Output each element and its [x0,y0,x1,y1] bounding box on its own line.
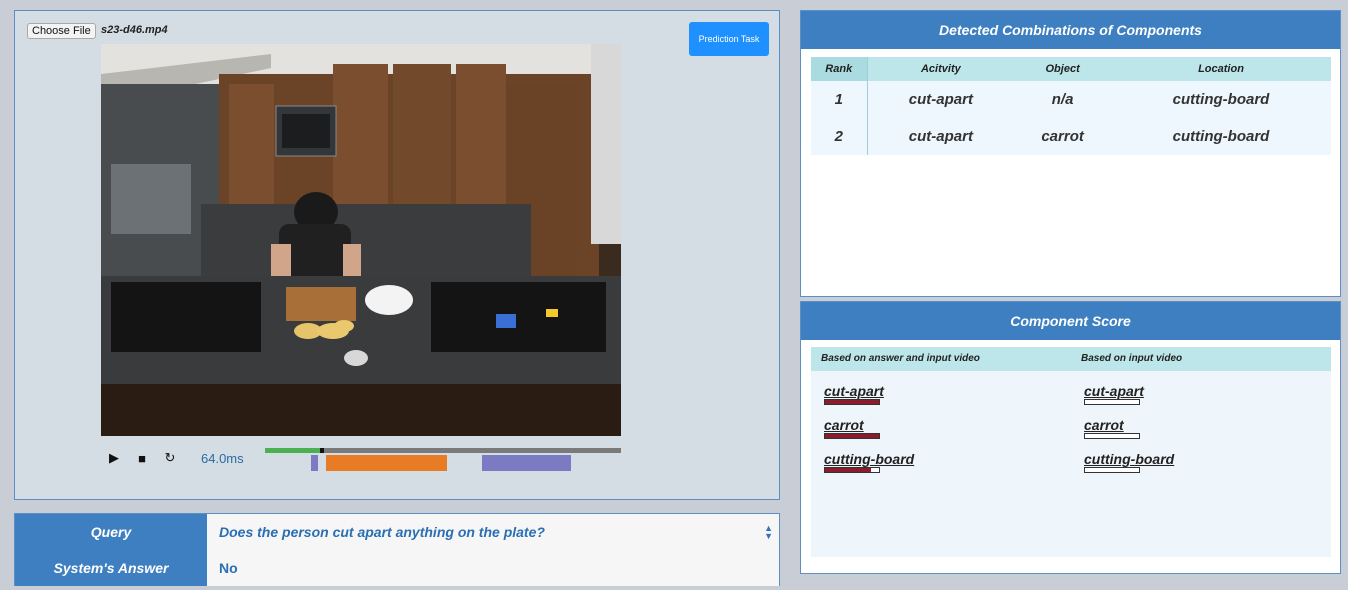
score-left-bar [824,399,880,405]
cell-activity: cut-apart [867,118,1015,155]
timeline-segment[interactable] [482,455,572,471]
score-left-bar [824,433,880,439]
cell-object: carrot [1014,118,1112,155]
video-panel: Choose File s23-d46.mp4 Prediction Task [14,10,780,500]
header-activity: Acitvity [867,57,1015,81]
select-arrows-icon: ▲ ▼ [764,523,773,541]
cell-location: cutting-board [1111,81,1331,118]
answer-row: System's Answer No [15,550,779,586]
component-score-title: Component Score [801,302,1340,340]
score-right-bar [1084,467,1140,473]
score-right-label: carrot [1084,417,1124,433]
query-select[interactable]: Does the person cut apart anything on th… [207,514,779,550]
score-col-left-title: Based on answer and input video [821,353,980,364]
timeline-segment[interactable] [325,455,447,471]
prediction-task-button[interactable]: Prediction Task [689,22,769,56]
score-left-fill [825,400,879,404]
video-frame[interactable] [101,44,621,436]
score-header-row: Based on answer and input video Based on… [811,347,1331,371]
cell-rank: 2 [811,118,868,155]
stop-icon[interactable]: ■ [135,451,149,466]
score-left-label: cut-apart [824,383,884,399]
component-score-card: Component Score Based on answer and inpu… [800,301,1341,574]
answer-value: No [207,550,779,586]
query-row: Query Does the person cut apart anything… [15,514,779,550]
combinations-table: Rank Acitvity Object Location 1 cut-apar… [811,57,1331,155]
component-score-body: Based on answer and input video Based on… [811,347,1331,557]
combinations-card: Detected Combinations of Components Rank… [800,10,1341,297]
header-location: Location [1111,57,1331,81]
table-row: 1 cut-apart n/a cutting-board [811,81,1331,118]
timeline-segment[interactable] [311,455,319,471]
cell-rank: 1 [811,81,868,118]
timeline[interactable] [265,448,621,472]
score-right-bar [1084,399,1140,405]
cell-object: n/a [1014,81,1112,118]
header-object: Object [1014,57,1112,81]
score-right-label: cut-apart [1084,383,1144,399]
player-controls: ▶ ■ ↻ [107,450,177,466]
score-left-bar [824,467,880,473]
score-col-right-title: Based on input video [1081,353,1183,364]
play-icon[interactable]: ▶ [107,450,121,465]
replay-icon[interactable]: ↻ [163,450,177,465]
query-value: Does the person cut apart anything on th… [219,524,545,540]
choose-file-button[interactable]: Choose File [27,23,96,39]
query-panel: Query Does the person cut apart anything… [14,513,780,586]
kitchen-video-image [101,44,621,436]
combinations-title: Detected Combinations of Components [801,11,1340,49]
score-left-fill [825,468,871,472]
score-left-label: cutting-board [824,451,915,467]
header-rank: Rank [811,57,868,81]
score-left-fill [825,434,879,438]
cell-activity: cut-apart [867,81,1015,118]
cell-location: cutting-board [1111,118,1331,155]
answer-label: System's Answer [15,550,207,586]
timeline-playhead[interactable] [319,448,324,453]
timeline-progress [265,448,322,453]
score-left-label: carrot [824,417,864,433]
score-right-bar [1084,433,1140,439]
query-label: Query [15,514,207,550]
time-readout: 64.0ms [201,451,244,466]
table-row: 2 cut-apart carrot cutting-board [811,118,1331,155]
score-right-label: cutting-board [1084,451,1175,467]
file-name: s23-d46.mp4 [101,24,168,36]
